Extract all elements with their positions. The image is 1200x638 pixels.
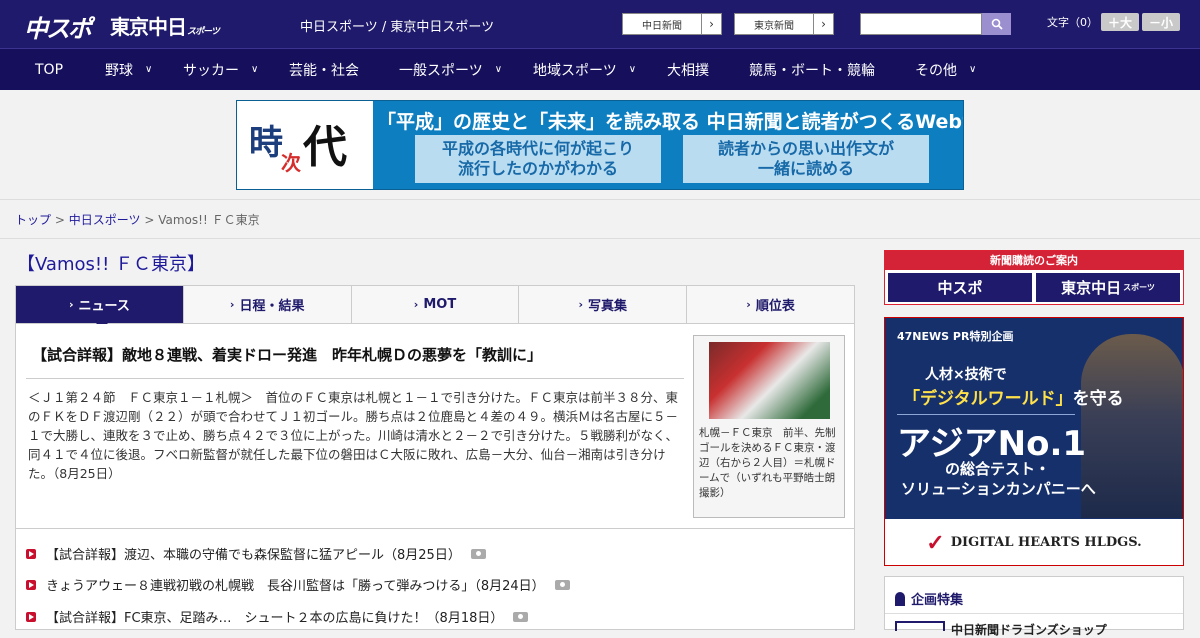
breadcrumb-current: Vamos!! ＦＣ東京 xyxy=(158,213,260,227)
nav-baseball[interactable]: 野球 ∨ xyxy=(105,49,152,90)
tokyo-chunichi-logo[interactable]: 東京中日スポーツ xyxy=(110,11,220,40)
breadcrumb-chunichi-sports[interactable]: 中日スポーツ xyxy=(69,213,141,227)
chevron-down-icon: ∨ xyxy=(969,64,977,75)
nav-general-sports[interactable]: 一般スポーツ ∨ xyxy=(399,49,502,90)
photo-caption: 札幌－ＦＣ東京 前半、先制ゴールを決めるＦＣ東京・渡辺（右から２人目）＝札幌ドー… xyxy=(699,427,836,499)
list-item[interactable]: 【試合詳報】渡辺、本職の守備でも森保監督に猛アピール（8月25日） xyxy=(26,544,486,563)
chevron-right-icon: › xyxy=(813,14,833,34)
chevron-down-icon: ∨ xyxy=(628,64,637,75)
chevron-right-icon: › xyxy=(68,298,74,311)
tab-standings[interactable]: › 順位表 xyxy=(687,286,854,323)
font-size-label: 文字（0） xyxy=(1047,16,1098,29)
camera-icon xyxy=(470,548,486,559)
nav-sumo[interactable]: 大相撲 xyxy=(667,49,709,90)
chevron-down-icon: ∨ xyxy=(145,64,153,75)
chevron-down-icon: ∨ xyxy=(251,64,259,75)
tab-photos[interactable]: › 写真集 xyxy=(519,286,688,323)
divider xyxy=(0,238,1200,239)
article-body: ＜Ｊ１第２４節 ＦＣ東京１－１札幌＞ 首位のＦＣ東京は札幌と１－１で引き分けた。… xyxy=(28,390,679,481)
banner-box-memories: 読者からの思い出作文が 一緒に読める xyxy=(683,135,929,183)
nav-soccer[interactable]: サッカー ∨ xyxy=(183,49,258,90)
divider xyxy=(885,613,1183,614)
jidai-banner[interactable]: 時 次 代 「平成」の歴史と「未来」を読み取る 中日新聞と読者がつくるWebサイ… xyxy=(236,100,964,190)
nav-local-sports[interactable]: 地域スポーツ ∨ xyxy=(533,49,636,90)
bullet-arrow-icon xyxy=(26,579,36,590)
camera-icon xyxy=(513,611,529,622)
chevron-down-icon: ∨ xyxy=(494,64,503,75)
bullet-arrow-icon xyxy=(26,548,36,559)
subscription-box: 新聞購読のご案内 中スポ 東京中日 スポーツ xyxy=(884,250,1184,305)
chusupo-logo[interactable]: 中スポ xyxy=(24,9,92,44)
nav-other[interactable]: その他 ∨ xyxy=(915,49,976,90)
nav-entertainment[interactable]: 芸能・社会 xyxy=(289,49,359,90)
tab-mot[interactable]: › MOT xyxy=(352,286,520,323)
nav-keiba[interactable]: 競馬・ボート・競輪 xyxy=(749,49,875,90)
banner-area: 時 次 代 「平成」の歴史と「未来」を読み取る 中日新聞と読者がつくるWebサイ… xyxy=(0,90,1200,200)
page-title: 【Vamos!! ＦＣ東京】 xyxy=(17,254,206,275)
search-icon xyxy=(991,18,1003,30)
breadcrumb-top[interactable]: トップ xyxy=(15,213,51,227)
feature-box: 企画特集 中日新聞ドラゴンズショップ xyxy=(884,576,1184,637)
breadcrumb: トップ > 中日スポーツ > Vamos!! ＦＣ東京 xyxy=(15,213,260,227)
article-photo-box: 札幌－ＦＣ東京 前半、先制ゴールを決めるＦＣ東京・渡辺（右から２人目）＝札幌ドー… xyxy=(693,335,845,518)
tab-news[interactable]: › ニュース xyxy=(16,286,184,329)
chevron-right-icon: › xyxy=(746,298,751,311)
site-title: 中日スポーツ / 東京中日スポーツ xyxy=(300,20,495,35)
search-button[interactable] xyxy=(982,13,1011,35)
article-photo[interactable] xyxy=(709,342,830,419)
jidai-logo: 時 次 代 xyxy=(237,101,373,189)
feature-heading: 企画特集 xyxy=(895,589,963,608)
chevron-right-icon: › xyxy=(701,14,721,34)
divider xyxy=(16,528,854,529)
chevron-right-icon: › xyxy=(578,298,584,311)
ribbon-icon xyxy=(895,591,905,606)
nav-top[interactable]: TOP xyxy=(35,49,63,90)
news-card: 【試合詳報】敵地８連戦、着実ドロー発進 昨年札幌Ｄの悪夢を「教訓に」 ＜Ｊ１第２… xyxy=(15,324,855,630)
ad-company-logo: ✓ DIGITAL HEARTS HLDGS. xyxy=(885,519,1183,565)
subscription-heading: 新聞購読のご案内 xyxy=(885,251,1183,270)
banner-headline: 「平成」の歴史と「未来」を読み取る 中日新聞と読者がつくるWebサイト xyxy=(377,111,964,133)
digital-hearts-ad[interactable]: 47NEWS PR特別企画 人材×技術で 「デジタルワールド」を守る アジアNo… xyxy=(884,317,1184,566)
chevron-right-icon: › xyxy=(229,298,235,311)
article-title[interactable]: 【試合詳報】敵地８連戦、着実ドロー発進 昨年札幌Ｄの悪夢を「教訓に」 xyxy=(32,344,542,365)
font-larger-button[interactable]: ＋大 xyxy=(1101,13,1139,31)
camera-icon xyxy=(554,579,570,590)
subscribe-chusupo-button[interactable]: 中スポ xyxy=(888,273,1032,302)
banner-box-history: 平成の各時代に何が起こり 流行したのかがわかる xyxy=(415,135,661,183)
section-tabs: › ニュース › 日程・結果 › MOT › 写真集 › 順位表 xyxy=(15,285,855,329)
font-smaller-button[interactable]: －小 xyxy=(1142,13,1180,31)
list-item[interactable]: 【試合詳報】FC東京、足踏み… シュート２本の広島に負けた！（8月18日） xyxy=(26,607,529,626)
tokyo-shimbun-link[interactable]: 東京新聞 › xyxy=(734,13,834,35)
list-item[interactable]: きょうアウェー８連戦初戦の札幌戦 長谷川監督は「勝って弾みつける」（8月24日） xyxy=(26,575,570,594)
top-header: 中スポ 東京中日スポーツ 中日スポーツ / 東京中日スポーツ 中日新聞 › 東京… xyxy=(0,0,1200,48)
chevron-right-icon: › xyxy=(413,298,419,311)
ad-portrait xyxy=(1081,334,1183,518)
chunichi-shimbun-link[interactable]: 中日新聞 › xyxy=(622,13,722,35)
main-nav: TOP 野球 ∨ サッカー ∨ 芸能・社会 一般スポーツ ∨ 地域スポーツ ∨ 大相撲 … xyxy=(0,48,1200,90)
tab-schedule[interactable]: › 日程・結果 xyxy=(184,286,352,323)
search-input[interactable] xyxy=(860,13,982,35)
divider xyxy=(26,378,684,379)
divider xyxy=(897,414,1075,415)
checkmark-logo-icon: ✓ xyxy=(926,529,945,556)
bullet-arrow-icon xyxy=(26,611,36,622)
subscribe-tokyo-chunichi-button[interactable]: 東京中日 スポーツ xyxy=(1036,273,1180,302)
